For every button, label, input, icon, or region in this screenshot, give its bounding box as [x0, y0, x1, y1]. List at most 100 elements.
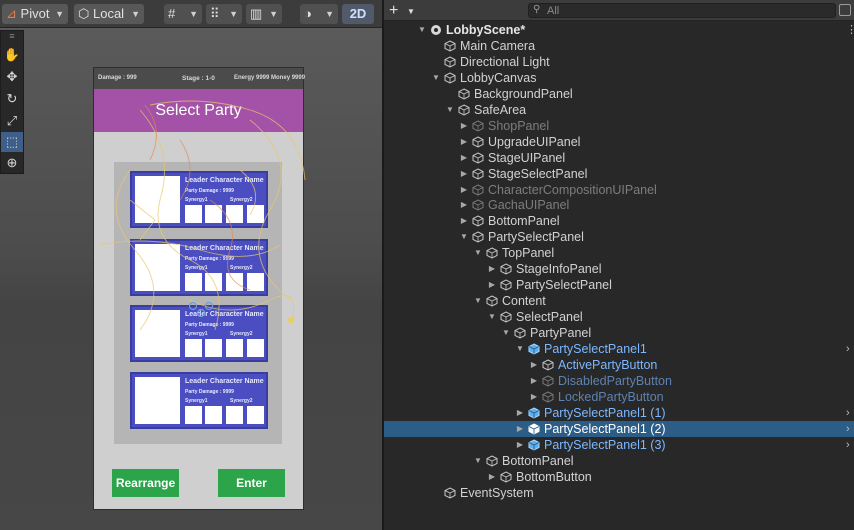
add-object-button[interactable]: + ▼ — [389, 2, 417, 19]
rect-tool-icon[interactable]: ⬚ — [1, 132, 23, 152]
hierarchy-item[interactable]: ▶ CharacterCompositionUIPanel — [384, 182, 854, 198]
collapse-arrow-icon[interactable]: ▶ — [459, 213, 469, 229]
open-prefab-arrow-icon[interactable]: › — [846, 341, 850, 357]
shading-sphere-icon: ◑ — [304, 6, 312, 21]
collapse-arrow-icon[interactable]: ▶ — [529, 373, 539, 389]
expand-arrow-icon[interactable]: ▼ — [473, 293, 483, 309]
hierarchy-item[interactable]: ▼ Content — [384, 293, 854, 309]
open-prefab-arrow-icon[interactable]: › — [846, 437, 850, 453]
hierarchy-item-label: ShopPanel — [488, 118, 550, 133]
hierarchy-item[interactable]: ▶ StageInfoPanel — [384, 261, 854, 277]
hierarchy-item[interactable]: Directional Light — [384, 54, 854, 70]
gameobject-icon — [444, 40, 456, 52]
pivot-dropdown[interactable]: ⊿ Pivot ▼ — [2, 4, 68, 24]
rotate-tool-icon[interactable]: ↻ — [1, 89, 23, 109]
increment-snap-dropdown[interactable]: ⠿ ▼ — [206, 4, 242, 24]
collapse-arrow-icon[interactable]: ▶ — [459, 150, 469, 166]
hierarchy-item[interactable]: ▶ PartySelectPanel1 (2) › — [384, 420, 854, 437]
collapse-arrow-icon[interactable]: ▶ — [459, 166, 469, 182]
open-prefab-arrow-icon[interactable]: › — [846, 421, 850, 437]
hierarchy-panel[interactable]: + ▼ ⚲ All ▼ LobbyScene* ⋮ Main Camera Direct… — [384, 0, 854, 530]
hierarchy-item[interactable]: ▼ PartyPanel — [384, 325, 854, 341]
transform-tool-icon[interactable]: ⊕ — [1, 153, 23, 173]
collapse-arrow-icon[interactable]: ▶ — [515, 421, 525, 437]
member-slot — [205, 406, 222, 424]
collapse-arrow-icon[interactable]: ▶ — [529, 357, 539, 373]
hierarchy-item[interactable]: ▼ BottomPanel — [384, 453, 854, 469]
move-tool-icon[interactable]: ✥ — [1, 67, 23, 87]
local-dropdown[interactable]: ⬡ Local ▼ — [74, 4, 144, 24]
search-placeholder: All — [547, 5, 560, 17]
hierarchy-item[interactable]: ▶ UpgradeUIPanel — [384, 134, 854, 150]
gameobject-icon — [542, 391, 554, 403]
2d-mode-toggle[interactable]: 2D — [342, 4, 374, 24]
hierarchy-item-label: Main Camera — [460, 38, 536, 53]
scene-menu-icon[interactable]: ⋮ — [846, 22, 854, 38]
hierarchy-search-input[interactable]: ⚲ All — [528, 3, 836, 18]
expand-arrow-icon[interactable]: ▼ — [431, 70, 441, 86]
expand-arrow-icon[interactable]: ▼ — [501, 325, 511, 341]
expand-arrow-icon[interactable]: ▼ — [473, 245, 483, 261]
synergy-2: Synergy2 — [230, 265, 253, 271]
party-select-panel-3[interactable]: Leader Character Name Party Damage : 999… — [130, 305, 268, 362]
rearrange-button[interactable]: Rearrange — [112, 469, 179, 497]
hierarchy-item[interactable]: ▶ BottomPanel — [384, 213, 854, 229]
scene-view[interactable]: ⊿ Pivot ▼ ⬡ Local ▼ # ▼ ⠿ ▼ ▥ ▼ ◑ ▼ 2D ≡… — [0, 0, 382, 530]
hierarchy-item[interactable]: ▼ LobbyScene* ⋮ — [384, 22, 854, 38]
enter-button[interactable]: Enter — [218, 469, 285, 497]
collapse-arrow-icon[interactable]: ▶ — [515, 437, 525, 453]
hand-tool-icon[interactable]: ✋ — [1, 45, 23, 65]
collapse-arrow-icon[interactable]: ▶ — [459, 182, 469, 198]
collapse-arrow-icon[interactable]: ▶ — [459, 134, 469, 150]
collapse-arrow-icon[interactable]: ▶ — [487, 261, 497, 277]
hierarchy-item[interactable]: ▶ ActivePartyButton — [384, 357, 854, 373]
expand-arrow-icon[interactable]: ▼ — [417, 22, 427, 38]
overlay-handle-icon[interactable]: ≡ — [1, 31, 23, 43]
hierarchy-item[interactable]: ▶ PartySelectPanel1 (3) › — [384, 437, 854, 453]
search-filter-icon[interactable] — [839, 4, 851, 16]
hierarchy-item[interactable]: ▶ ShopPanel — [384, 118, 854, 134]
member-slot — [205, 339, 222, 357]
hierarchy-item[interactable]: ▶ StageUIPanel — [384, 150, 854, 166]
draw-mode-dropdown[interactable]: ◑ ▼ — [300, 4, 338, 24]
hierarchy-item[interactable]: ▼ SafeArea — [384, 102, 854, 118]
lobby-canvas-preview[interactable]: Damage : 999 Stage : 1-0 Energy 9999 Mon… — [93, 67, 305, 510]
hierarchy-item[interactable]: ▶ StageSelectPanel — [384, 166, 854, 182]
hierarchy-item[interactable]: ▼ PartySelectPanel1 › — [384, 341, 854, 357]
grid-visibility-dropdown[interactable]: ▥ ▼ — [246, 4, 282, 24]
collapse-arrow-icon[interactable]: ▶ — [459, 197, 469, 213]
hierarchy-item[interactable]: ▼ SelectPanel — [384, 309, 854, 325]
hierarchy-item[interactable]: ▶ GachaUIPanel — [384, 197, 854, 213]
collapse-arrow-icon[interactable]: ▶ — [487, 469, 497, 485]
gameobject-icon — [458, 88, 470, 100]
collapse-arrow-icon[interactable]: ▶ — [515, 405, 525, 421]
stage-info-panel[interactable]: Damage : 999 Stage : 1-0 Energy 9999 Mon… — [94, 68, 305, 89]
collapse-arrow-icon[interactable]: ▶ — [459, 118, 469, 134]
hierarchy-item[interactable]: ▶ DisabledPartyButton — [384, 373, 854, 389]
hierarchy-item[interactable]: ▶ PartySelectPanel1 (1) › — [384, 405, 854, 421]
hierarchy-item[interactable]: Main Camera — [384, 38, 854, 54]
party-select-panel-1[interactable]: Leader Character Name Party Damage : 999… — [130, 171, 268, 228]
open-prefab-arrow-icon[interactable]: › — [846, 405, 850, 421]
party-select-panel-2[interactable]: Leader Character Name Party Damage : 999… — [130, 239, 268, 296]
hierarchy-item[interactable]: ▼ PartySelectPanel — [384, 229, 854, 245]
hierarchy-item[interactable]: ▼ LobbyCanvas — [384, 70, 854, 86]
scale-tool-icon[interactable]: ⤢ — [1, 111, 23, 131]
collapse-arrow-icon[interactable]: ▶ — [487, 277, 497, 293]
collapse-arrow-icon[interactable]: ▶ — [529, 389, 539, 405]
hierarchy-item[interactable]: ▼ TopPanel — [384, 245, 854, 261]
grid-snap-dropdown[interactable]: # ▼ — [164, 4, 202, 24]
hierarchy-item-label: BottomButton — [516, 469, 592, 484]
hierarchy-item[interactable]: BackgroundPanel — [384, 86, 854, 102]
hierarchy-item[interactable]: ▶ LockedPartyButton — [384, 389, 854, 405]
expand-arrow-icon[interactable]: ▼ — [515, 341, 525, 357]
hierarchy-item[interactable]: ▶ BottomButton — [384, 469, 854, 485]
expand-arrow-icon[interactable]: ▼ — [473, 453, 483, 469]
hierarchy-item[interactable]: EventSystem — [384, 485, 854, 501]
expand-arrow-icon[interactable]: ▼ — [445, 102, 455, 118]
hierarchy-item[interactable]: ▶ PartySelectPanel — [384, 277, 854, 293]
expand-arrow-icon[interactable]: ▼ — [487, 309, 497, 325]
gameobject-icon — [472, 120, 484, 132]
party-select-panel-4[interactable]: Leader Character Name Party Damage : 999… — [130, 372, 268, 429]
expand-arrow-icon[interactable]: ▼ — [459, 229, 469, 245]
